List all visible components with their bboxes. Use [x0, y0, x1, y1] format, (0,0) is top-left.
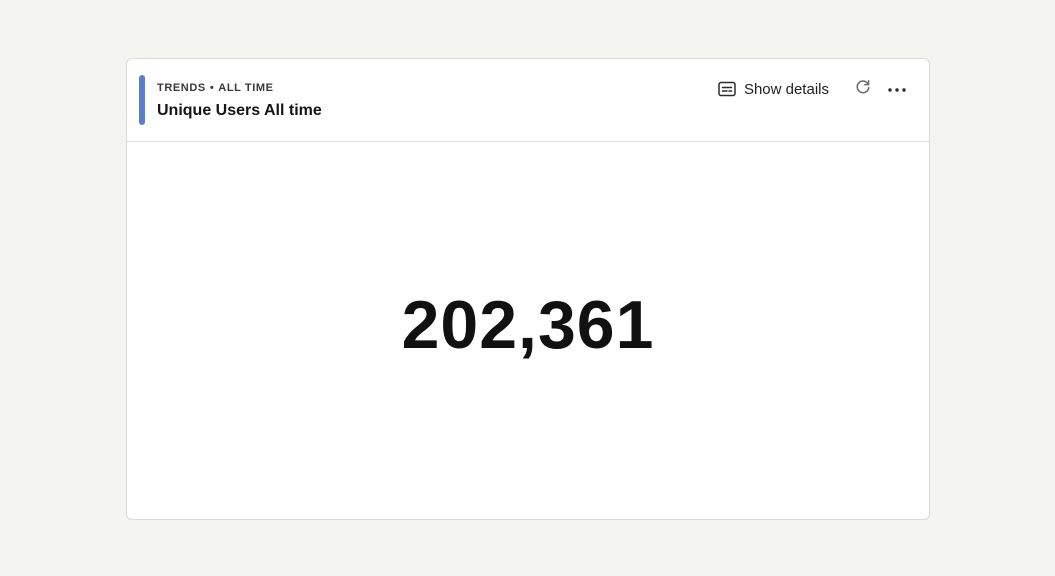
card-body: 202,361 — [127, 142, 929, 519]
insight-range-label: ALL TIME — [218, 82, 274, 94]
refresh-button[interactable] — [849, 77, 877, 101]
card-actions: Show details — [712, 77, 911, 101]
more-options-button[interactable] — [883, 77, 911, 101]
more-horizontal-icon — [887, 80, 907, 98]
show-details-button[interactable]: Show details — [712, 77, 835, 101]
card-accent-bar — [139, 75, 145, 125]
insight-type-label: TRENDS — [157, 82, 206, 94]
card-header: TRENDS • ALL TIME Unique Users All time Sh… — [127, 59, 929, 142]
insight-title[interactable]: Unique Users All time — [157, 102, 322, 120]
refresh-icon — [855, 79, 871, 100]
eyebrow-separator: • — [209, 82, 215, 94]
insight-card: TRENDS • ALL TIME Unique Users All time Sh… — [126, 58, 930, 520]
insight-eyebrow: TRENDS • ALL TIME — [157, 82, 274, 94]
show-details-label: Show details — [743, 80, 829, 98]
metric-value: 202,361 — [401, 286, 655, 363]
subtitles-icon — [718, 81, 736, 97]
